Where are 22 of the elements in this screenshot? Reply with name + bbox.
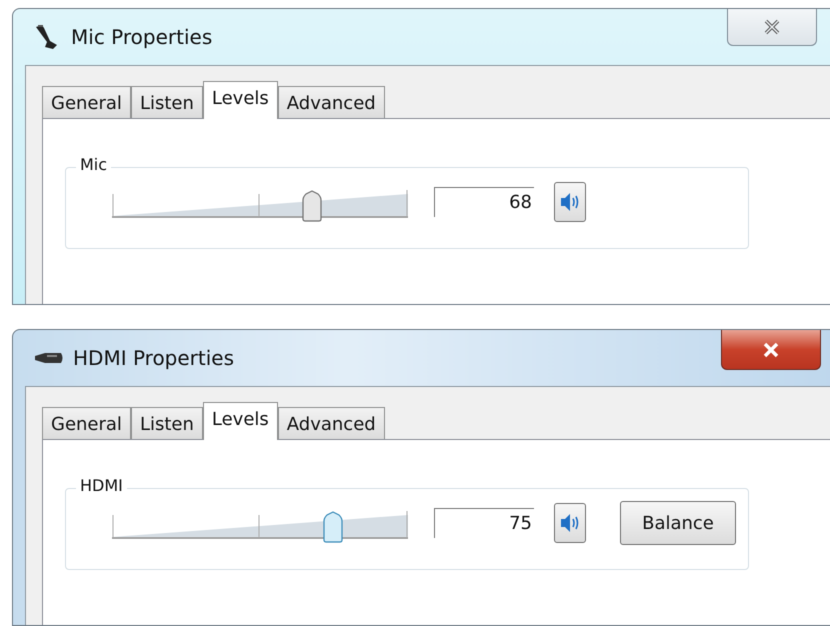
tab[interactable]: General bbox=[42, 407, 131, 439]
close-button[interactable] bbox=[721, 330, 821, 370]
speaker-icon bbox=[559, 512, 581, 534]
slider-thumb[interactable] bbox=[302, 190, 322, 222]
window-title: HDMI Properties bbox=[73, 346, 234, 370]
slider-thumb[interactable] bbox=[323, 511, 343, 543]
window-title: Mic Properties bbox=[71, 25, 212, 49]
level-field[interactable]: 75 bbox=[434, 508, 534, 538]
mute-button[interactable] bbox=[554, 503, 586, 543]
tab[interactable]: General bbox=[42, 86, 131, 118]
close-icon bbox=[763, 19, 781, 35]
tab[interactable]: Advanced bbox=[278, 407, 385, 439]
balance-button[interactable]: Balance bbox=[620, 501, 736, 545]
level-field[interactable]: 68 bbox=[434, 187, 534, 217]
tab[interactable]: Advanced bbox=[278, 86, 385, 118]
tab[interactable]: Levels bbox=[202, 402, 278, 440]
tab[interactable]: Listen bbox=[130, 407, 203, 439]
close-icon bbox=[762, 342, 780, 358]
tab[interactable]: Listen bbox=[130, 86, 203, 118]
mute-button[interactable] bbox=[554, 182, 586, 222]
tab[interactable]: Levels bbox=[202, 81, 278, 119]
speaker-icon bbox=[559, 191, 581, 213]
